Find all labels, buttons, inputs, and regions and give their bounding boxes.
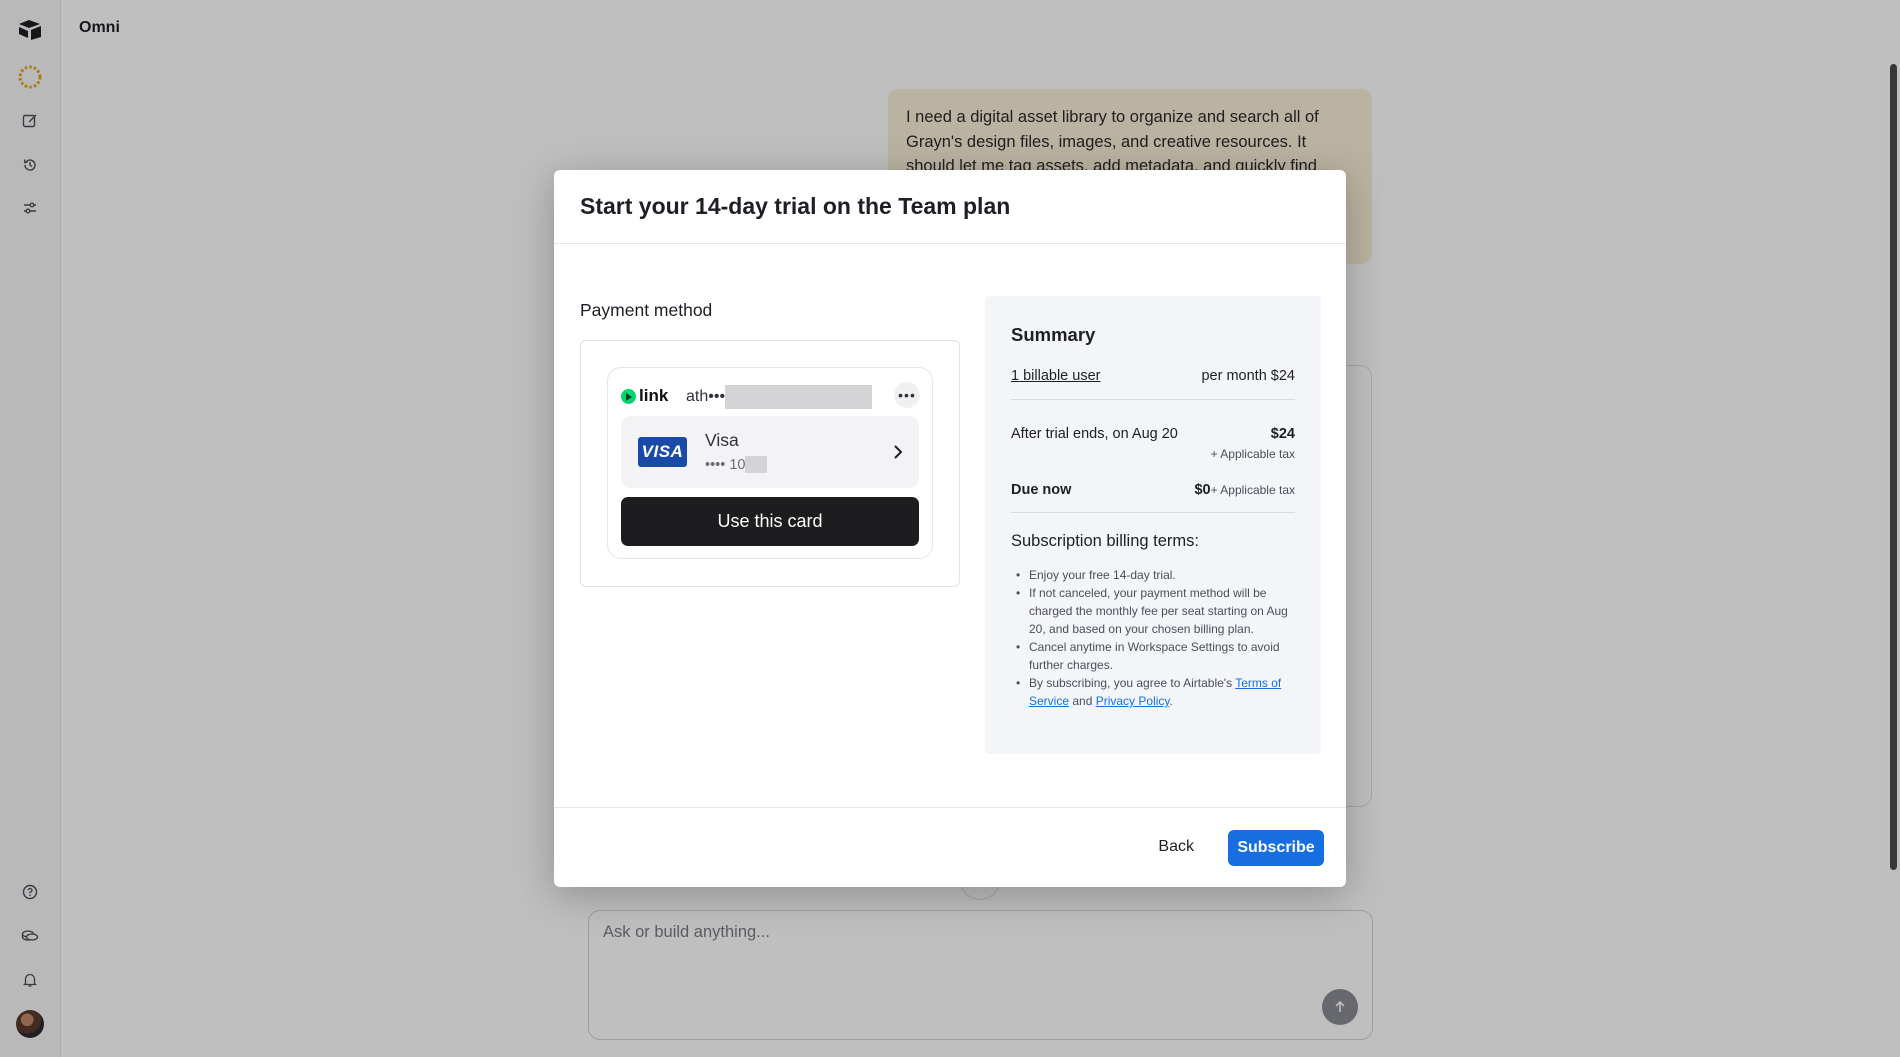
terms-and-text: and: [1069, 694, 1096, 708]
saved-card-row[interactable]: VISA Visa •••• 10: [621, 416, 919, 488]
due-now-tax: + Applicable tax: [1210, 483, 1295, 497]
after-trial-amount: $24: [1270, 426, 1295, 442]
terms-agree-text: By subscribing, you agree to Airtable's: [1029, 676, 1236, 690]
summary-divider: [1011, 399, 1295, 400]
terms-item: Enjoy your free 14-day trial.: [1011, 566, 1301, 584]
terms-end-text: .: [1169, 694, 1173, 708]
after-trial-tax: + Applicable tax: [1210, 447, 1295, 461]
terms-item: By subscribing, you agree to Airtable's …: [1011, 674, 1301, 710]
due-now-amount: $0: [1194, 482, 1211, 498]
due-now-row: Due now $0+ Applicable tax: [1011, 482, 1295, 498]
after-trial-tax-row: + Applicable tax: [1011, 447, 1295, 461]
after-trial-label: After trial ends, on Aug 20: [1011, 426, 1178, 442]
chevron-right-icon: [894, 445, 903, 459]
visa-logo: VISA: [638, 437, 687, 467]
link-brand: link: [639, 386, 669, 405]
terms-item: Cancel anytime in Workspace Settings to …: [1011, 638, 1301, 674]
link-email-prefix: ath•••: [686, 388, 726, 405]
due-now-label: Due now: [1011, 482, 1072, 498]
trial-modal: Start your 14-day trial on the Team plan…: [554, 170, 1346, 887]
modal-footer: Back Subscribe: [554, 807, 1346, 887]
terms-title: Subscription billing terms:: [1011, 532, 1199, 550]
link-logo: link: [621, 386, 668, 406]
payment-method-label: Payment method: [580, 300, 713, 320]
subscribe-button[interactable]: Subscribe: [1228, 830, 1324, 866]
redacted-card-digits: [745, 456, 768, 473]
billable-users-link[interactable]: 1 billable user: [1011, 368, 1100, 384]
link-card: link ath••• ••• VISA Visa •••• 10 Use th…: [607, 367, 933, 559]
modal-title: Start your 14-day trial on the Team plan: [580, 193, 1011, 219]
modal-header: Start your 14-day trial on the Team plan: [554, 170, 1346, 244]
per-month-price: per month $24: [1201, 368, 1295, 384]
card-number: •••• 10: [705, 456, 768, 473]
after-trial-row: After trial ends, on Aug 20 $24: [1011, 426, 1295, 442]
due-now-value: $0+ Applicable tax: [1194, 482, 1295, 498]
billable-users-row: 1 billable user per month $24: [1011, 368, 1295, 384]
use-this-card-button[interactable]: Use this card: [621, 497, 919, 546]
terms-item: If not canceled, your payment method wil…: [1011, 584, 1301, 638]
payment-element: link ath••• ••• VISA Visa •••• 10 Use th…: [580, 340, 960, 587]
terms-list: Enjoy your free 14-day trial. If not can…: [1011, 566, 1301, 710]
card-brand-name: Visa: [705, 430, 739, 450]
more-options-button[interactable]: •••: [894, 382, 920, 408]
link-arrow-icon: [621, 388, 636, 404]
summary-title: Summary: [1011, 324, 1096, 345]
summary-panel: Summary 1 billable user per month $24 Af…: [985, 296, 1321, 754]
link-email: ath•••: [686, 385, 873, 409]
redacted-email: [725, 385, 873, 409]
summary-divider: [1011, 512, 1295, 513]
card-number-prefix: •••• 10: [705, 456, 746, 473]
privacy-policy-link[interactable]: Privacy Policy: [1096, 694, 1170, 708]
back-button[interactable]: Back: [1148, 830, 1204, 864]
